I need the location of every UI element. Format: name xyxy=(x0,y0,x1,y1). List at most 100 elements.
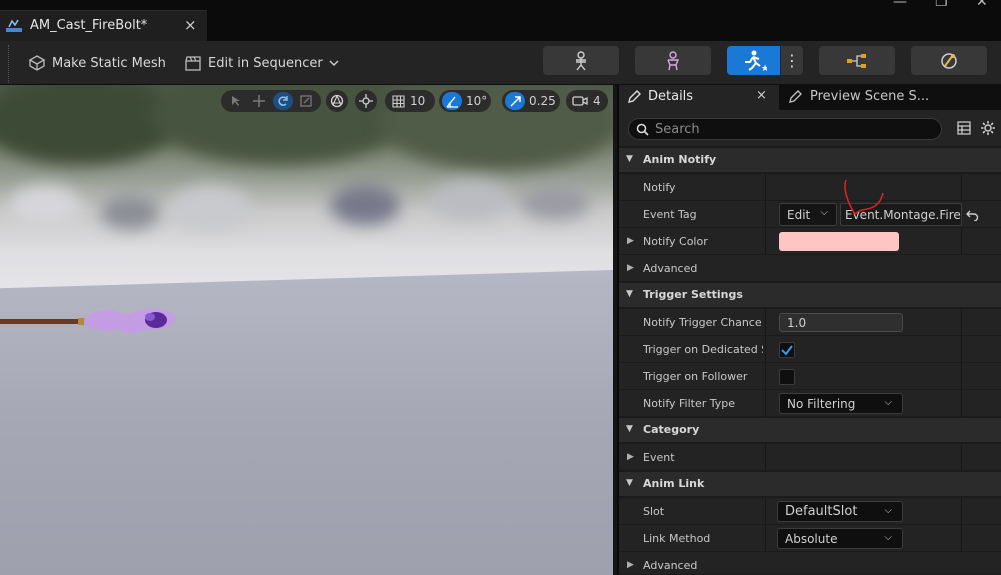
grid-snap-group[interactable]: 10 xyxy=(385,90,435,112)
transform-tools-group xyxy=(221,90,321,112)
row-advanced-label: Advanced xyxy=(643,262,698,275)
gear-icon[interactable] xyxy=(980,120,996,136)
link-method-value: Absolute xyxy=(785,531,838,546)
row-notify-trigger-chance: Notify Trigger Chance 1.0 xyxy=(619,309,1001,336)
slot-dropdown[interactable]: DefaultSlot ⌵ xyxy=(777,501,903,522)
search-icon xyxy=(636,123,649,136)
skeleton-mode-button[interactable] xyxy=(543,46,619,75)
animation-mode-options-button[interactable]: ⋮ xyxy=(781,46,803,75)
rotation-snap-value: 10° xyxy=(466,94,488,108)
anim-montage-icon xyxy=(6,19,22,33)
row-advanced[interactable]: ▶ Advanced xyxy=(619,255,1001,282)
search-input[interactable]: Search xyxy=(628,118,942,140)
row-event-tag-label: Event Tag xyxy=(643,208,697,221)
surface-snap-toggle[interactable] xyxy=(355,90,377,112)
expanded-arrow-icon: ▼ xyxy=(626,478,633,488)
minimize-icon[interactable]: — xyxy=(893,0,907,10)
scale-snap-group[interactable]: 0.25 xyxy=(502,90,560,112)
chevron-down-icon: ⌵ xyxy=(884,532,892,543)
globe-icon xyxy=(328,92,346,110)
reset-to-default-icon[interactable] xyxy=(966,209,979,221)
skeleton-icon xyxy=(576,50,586,70)
edit-in-sequencer-button[interactable]: Edit in Sequencer xyxy=(184,49,345,77)
mesh-figure-icon xyxy=(667,50,680,70)
section-anim-notify[interactable]: ▼ Anim Notify xyxy=(619,148,1001,173)
row-trigger-on-follower-label: Trigger on Follower xyxy=(643,370,748,383)
surface-snap-icon xyxy=(357,92,375,110)
animation-mode-button[interactable]: ★ xyxy=(727,46,780,75)
row-notify-color[interactable]: ▶ Notify Color xyxy=(619,228,1001,255)
blueprint-mode-button[interactable] xyxy=(819,46,895,75)
sequencer-clapper-icon xyxy=(185,56,201,71)
collapsed-arrow-icon: ▶ xyxy=(627,452,634,462)
section-anim-notify-title: Anim Notify xyxy=(643,153,717,166)
make-static-mesh-label: Make Static Mesh xyxy=(52,55,166,71)
camera-icon xyxy=(571,92,589,110)
section-anim-link[interactable]: ▼ Anim Link xyxy=(619,472,1001,497)
notify-color-swatch[interactable] xyxy=(779,232,899,251)
section-anim-link-title: Anim Link xyxy=(643,477,705,490)
rotation-snap-group[interactable]: 10° xyxy=(439,90,491,112)
close-details-tab-icon[interactable]: × xyxy=(756,88,767,103)
section-trigger-settings[interactable]: ▼ Trigger Settings xyxy=(619,283,1001,308)
world-local-toggle[interactable] xyxy=(326,90,348,112)
grid-snap-value: 10 xyxy=(410,94,426,108)
row-slot-label: Slot xyxy=(643,505,665,518)
notify-filter-type-dropdown[interactable]: No Filtering ⌵ xyxy=(779,393,903,414)
staff-mesh xyxy=(0,308,176,333)
row-event[interactable]: ▶ Event xyxy=(619,444,1001,471)
row-notify-color-label: Notify Color xyxy=(643,235,708,248)
rotate-tool-icon[interactable] xyxy=(273,92,293,110)
link-method-dropdown[interactable]: Absolute ⌵ xyxy=(777,528,903,549)
document-tab[interactable]: AM_Cast_FireBolt* × xyxy=(0,10,207,41)
pencil-icon xyxy=(628,90,641,103)
row-event-tag: Event Tag Edit ⌵ Event.Montage.FireB xyxy=(619,201,1001,228)
row-event-label: Event xyxy=(643,451,675,464)
asset-toolbar: Make Static Mesh Edit in Sequencer ★ ⋮ xyxy=(0,41,1001,85)
edit-in-sequencer-label: Edit in Sequencer xyxy=(208,55,323,71)
running-figure-icon: ★ xyxy=(744,50,767,72)
trigger-on-follower-checkbox[interactable] xyxy=(779,369,795,385)
expanded-arrow-icon: ▼ xyxy=(626,289,633,299)
collapsed-arrow-icon: ▶ xyxy=(627,560,634,570)
close-tab-icon[interactable]: × xyxy=(184,16,197,34)
camera-speed-group[interactable]: 4 xyxy=(566,90,608,112)
chevron-down-icon: ⌵ xyxy=(884,397,892,408)
panel-tab-bar: Details × Preview Scene S... xyxy=(619,85,1001,110)
select-tool-icon[interactable] xyxy=(226,92,246,110)
search-placeholder: Search xyxy=(655,122,700,137)
row-trigger-on-dedicated-server: Trigger on Dedicated S... xyxy=(619,336,1001,363)
section-category-title: Category xyxy=(643,423,700,436)
mesh-mode-button[interactable] xyxy=(635,46,711,75)
row-notify-trigger-chance-label: Notify Trigger Chance xyxy=(643,316,762,329)
collapsed-arrow-icon: ▶ xyxy=(627,236,634,246)
viewport-background xyxy=(0,85,613,295)
notify-filter-type-value: No Filtering xyxy=(787,396,856,411)
row-notify-filter-type-label: Notify Filter Type xyxy=(643,397,736,410)
trigger-on-dedicated-checkbox[interactable] xyxy=(779,342,795,358)
translate-tool-icon[interactable] xyxy=(250,92,270,110)
notify-trigger-chance-input[interactable]: 1.0 xyxy=(779,313,903,332)
physics-mode-button[interactable] xyxy=(911,46,987,75)
close-window-icon[interactable]: ✕ xyxy=(976,0,988,10)
details-tab[interactable]: Details × xyxy=(619,85,779,110)
svg-text:★: ★ xyxy=(761,64,767,72)
row-slot: Slot DefaultSlot ⌵ xyxy=(619,498,1001,525)
preview-viewport[interactable]: 10 10° 0.25 4 xyxy=(0,85,613,575)
row-trigger-on-dedicated-label: Trigger on Dedicated S... xyxy=(643,343,763,356)
slot-value: DefaultSlot xyxy=(785,504,858,519)
pencil-icon xyxy=(789,90,802,103)
scale-tool-icon[interactable] xyxy=(297,92,317,110)
row-advanced-anim-link-label: Advanced xyxy=(643,559,698,572)
row-notify: Notify xyxy=(619,174,1001,201)
blueprint-graph-icon xyxy=(847,53,866,68)
toolbar-grip[interactable] xyxy=(8,45,11,83)
event-tag-edit-dropdown[interactable]: Edit ⌵ xyxy=(779,203,837,226)
section-category[interactable]: ▼ Category xyxy=(619,418,1001,443)
document-tab-title: AM_Cast_FireBolt* xyxy=(30,18,148,33)
make-static-mesh-button[interactable]: Make Static Mesh xyxy=(28,49,166,77)
maximize-icon[interactable]: ❐ xyxy=(935,0,948,10)
camera-speed-value: 4 xyxy=(593,94,601,108)
row-advanced-anim-link[interactable]: ▶ Advanced xyxy=(619,552,1001,575)
table-view-icon[interactable] xyxy=(957,121,971,135)
